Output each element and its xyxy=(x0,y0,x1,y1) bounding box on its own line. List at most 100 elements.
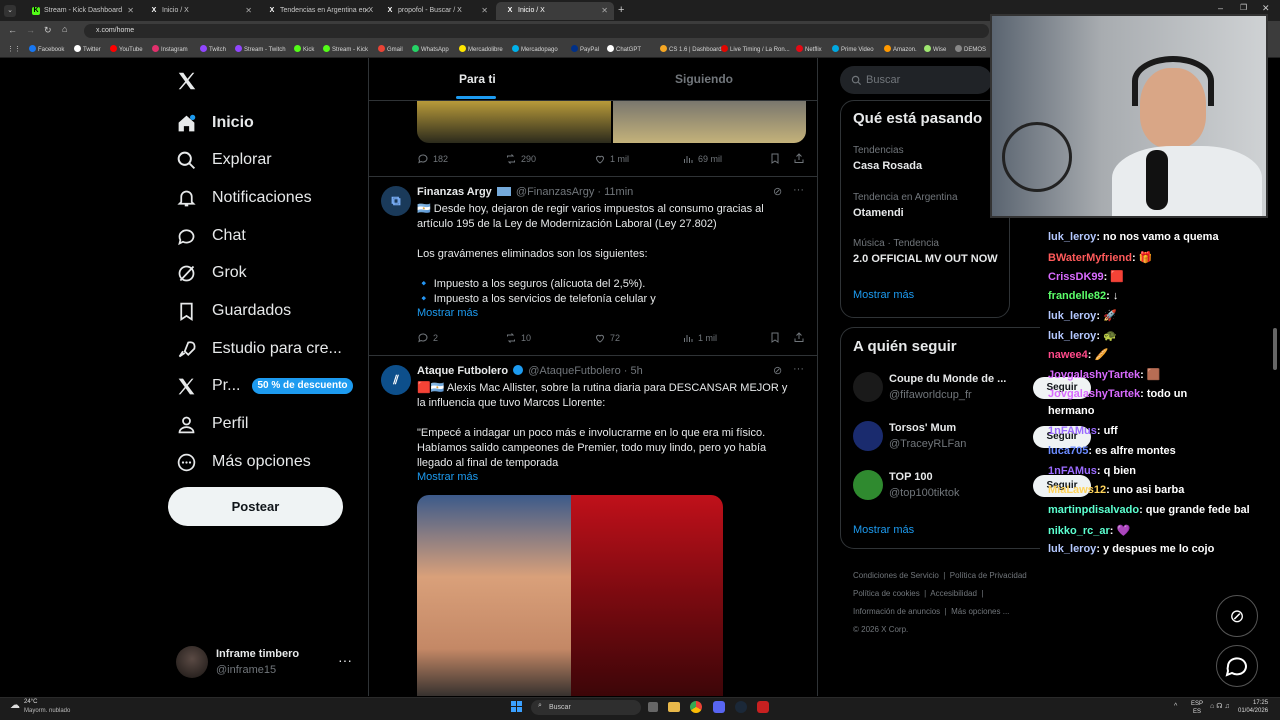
bookmark-button[interactable] xyxy=(769,331,781,349)
bookmark-item[interactable]: ChatGPT xyxy=(607,45,641,53)
bookmark-item[interactable]: Live Timing / La Ron... xyxy=(721,45,790,53)
back-icon[interactable]: ← xyxy=(8,25,17,35)
bookmark-item[interactable]: Stream - Kick xyxy=(323,45,368,53)
close-tab-icon[interactable]: ✕ xyxy=(363,6,370,15)
chat-username[interactable]: JovgalashyTartek xyxy=(1048,388,1140,400)
show-more-link[interactable]: Mostrar más xyxy=(417,471,478,483)
chat-username[interactable]: luk_leroy xyxy=(1048,310,1096,322)
bookmark-item[interactable]: Mercadopago xyxy=(512,45,558,53)
chat-username[interactable]: martinpdisalvado xyxy=(1048,504,1139,516)
chat-username[interactable]: MiaLaws12 xyxy=(1048,484,1106,496)
close-tab-icon[interactable]: ✕ xyxy=(245,6,252,15)
tab-search-icon[interactable]: ⌄ xyxy=(4,5,16,17)
like-button[interactable]: 1 mil xyxy=(594,153,629,165)
bookmark-item[interactable]: Wise xyxy=(924,45,946,53)
address-input[interactable]: x.com/home xyxy=(84,24,989,38)
tweet-more-icon[interactable]: ··· xyxy=(793,184,804,196)
bookmark-item[interactable]: Kick xyxy=(294,45,314,53)
tweet-author-name[interactable]: Ataque Futbolero xyxy=(417,365,508,377)
chat-username[interactable]: frandelle82 xyxy=(1048,290,1106,302)
browser-tab[interactable]: X Inicio / X ✕ xyxy=(496,2,614,20)
apps-grid-icon[interactable]: ⋮⋮ xyxy=(7,45,21,53)
file-explorer-icon[interactable] xyxy=(668,702,680,712)
chat-username[interactable]: luk_leroy xyxy=(1048,543,1096,555)
reply-button[interactable]: 182 xyxy=(417,153,448,165)
bookmark-item[interactable]: DEMOS xyxy=(955,45,986,53)
views-button[interactable]: 69 mil xyxy=(682,153,722,165)
task-view-icon[interactable] xyxy=(648,702,658,712)
tab-para-ti[interactable]: Para ti xyxy=(459,72,496,86)
tweet-author-handle[interactable]: @FinanzasArgy xyxy=(516,186,594,198)
weather-temp[interactable]: 24°C xyxy=(24,699,37,705)
repost-button[interactable]: 10 xyxy=(505,332,531,344)
bookmark-button[interactable] xyxy=(769,152,781,170)
chat-username[interactable]: luk_leroy xyxy=(1048,231,1096,243)
tweet-time[interactable]: 5h xyxy=(631,365,643,377)
x-logo-icon[interactable] xyxy=(176,70,198,97)
tweet-author-name[interactable]: Finanzas Argy xyxy=(417,186,492,198)
weather-icon[interactable]: ☁ xyxy=(10,700,20,711)
chat-username[interactable]: luk_leroy xyxy=(1048,330,1096,342)
language-indicator[interactable]: ESP ES xyxy=(1191,700,1203,716)
bookmark-item[interactable]: Netflix xyxy=(796,45,822,53)
chat-username[interactable]: 1nFAMus xyxy=(1048,425,1097,437)
bookmark-item[interactable]: Instagram xyxy=(152,45,188,53)
reload-icon[interactable]: ↻ xyxy=(44,25,52,36)
browser-tab[interactable]: Xpropofol - Buscar / X ✕ xyxy=(376,2,494,20)
reply-button[interactable]: 2 xyxy=(417,332,438,344)
bookmark-item[interactable]: Amazon. xyxy=(884,45,917,53)
share-button[interactable] xyxy=(793,331,805,349)
follow-show-more[interactable]: Mostrar más xyxy=(853,524,914,536)
close-tab-icon[interactable]: ✕ xyxy=(127,6,134,15)
page-scrollbar[interactable] xyxy=(1273,328,1277,370)
bookmark-item[interactable]: CS 1.6 | Dashboard xyxy=(660,45,722,53)
share-button[interactable] xyxy=(793,152,805,170)
sidebar-item-pr[interactable]: Pr... xyxy=(176,373,240,399)
tweet-author-handle[interactable]: @AtaqueFutbolero xyxy=(528,365,621,377)
bookmark-item[interactable]: Mercadolibre xyxy=(459,45,503,53)
views-button[interactable]: 1 mil xyxy=(682,332,717,344)
chat-username[interactable]: CrissDK99 xyxy=(1048,271,1104,283)
browser-tab[interactable]: K Stream - Kick Dashboard ✕ xyxy=(22,2,140,20)
trends-show-more[interactable]: Mostrar más xyxy=(853,289,914,301)
bookmark-item[interactable]: Stream - Twitch xyxy=(235,45,286,53)
bookmark-item[interactable]: PayPal xyxy=(571,45,599,53)
new-tab-icon[interactable]: + xyxy=(618,4,624,16)
follow-name[interactable]: Torsos' Mum xyxy=(889,422,956,434)
chrome-icon[interactable] xyxy=(690,701,702,713)
bookmark-item[interactable]: YouTube xyxy=(110,45,143,53)
post-button[interactable]: Postear xyxy=(168,487,343,526)
chat-username[interactable]: nawee4 xyxy=(1048,349,1088,361)
chat-username[interactable]: JovgalashyTartek xyxy=(1048,369,1140,381)
home-browser-icon[interactable]: ⌂ xyxy=(62,24,67,34)
footer-link[interactable]: Información de anuncios xyxy=(853,607,940,616)
sidebar-item-grok[interactable]: Grok xyxy=(176,260,247,286)
trend-title[interactable]: Otamendi xyxy=(853,207,904,219)
windows-start-icon[interactable] xyxy=(511,701,523,713)
tray-chevron-icon[interactable]: ^ xyxy=(1174,703,1177,710)
tab-siguiendo[interactable]: Siguiendo xyxy=(675,72,733,86)
bookmark-item[interactable]: Prime Video xyxy=(832,45,874,53)
taskbar-search[interactable] xyxy=(531,700,641,715)
close-tab-icon[interactable]: ✕ xyxy=(601,6,608,15)
tweet-time[interactable]: 11min xyxy=(604,186,633,198)
close-tab-icon[interactable]: ✕ xyxy=(481,6,488,15)
grok-icon[interactable]: ⊘ xyxy=(773,185,782,198)
follow-avatar[interactable] xyxy=(853,421,883,451)
show-more-link[interactable]: Mostrar más xyxy=(417,307,478,319)
follow-avatar[interactable] xyxy=(853,372,883,402)
sidebar-item-inicio[interactable]: Inicio xyxy=(176,110,254,136)
trend-title[interactable]: Casa Rosada xyxy=(853,160,922,172)
chat-float-button[interactable] xyxy=(1216,645,1258,687)
follow-avatar[interactable] xyxy=(853,470,883,500)
footer-link[interactable]: Más opciones ... xyxy=(951,607,1009,616)
footer-link[interactable]: Política de Privacidad xyxy=(950,571,1027,580)
premium-discount-badge[interactable]: 50 % de descuento xyxy=(252,378,353,394)
previous-tweet-image-right[interactable] xyxy=(613,101,806,143)
discord-icon[interactable] xyxy=(713,701,725,713)
trend-title[interactable]: 2.0 OFFICIAL MV OUT NOW xyxy=(853,253,998,265)
browser-tab[interactable]: X Inicio / X ✕ xyxy=(140,2,258,20)
chat-username[interactable]: luca705 xyxy=(1048,445,1088,457)
tweet-more-icon[interactable]: ··· xyxy=(793,363,804,375)
follow-name[interactable]: TOP 100 xyxy=(889,471,933,483)
